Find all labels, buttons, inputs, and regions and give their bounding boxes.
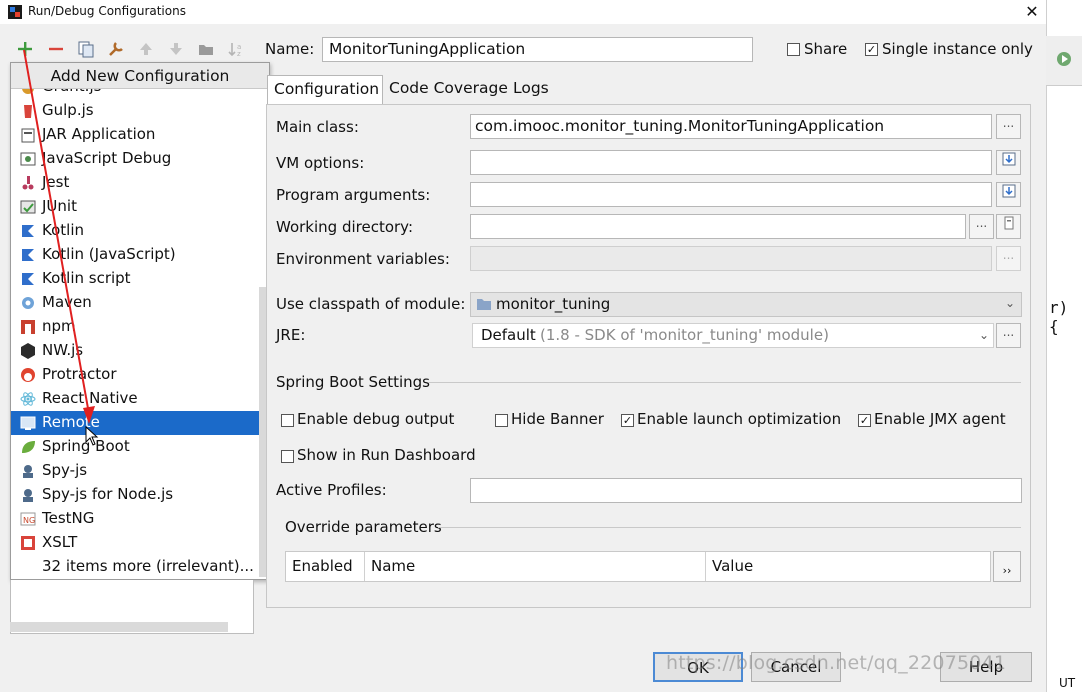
mouse-pointer-icon: [85, 426, 99, 446]
annotation-arrow: [23, 49, 95, 424]
